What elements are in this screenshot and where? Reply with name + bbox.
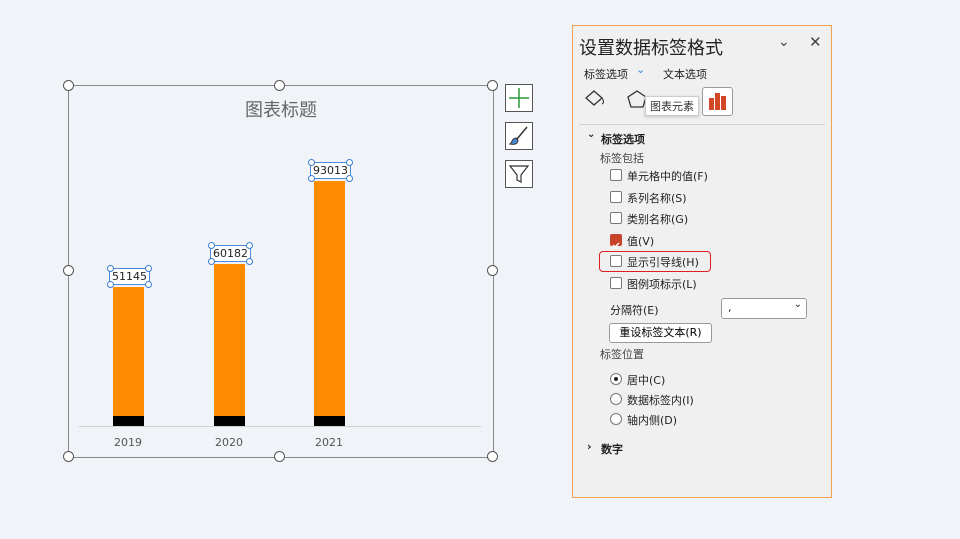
checkbox[interactable]	[610, 212, 622, 224]
checkmark-icon	[612, 241, 620, 248]
chevron-down-icon: ⌄	[793, 299, 802, 310]
chevron-right-icon[interactable]: ›	[587, 440, 592, 453]
data-label[interactable]: 93013	[310, 162, 351, 180]
data-label-handle[interactable]	[145, 280, 152, 288]
chart-area[interactable]: 图表标题 2019 51145 2020 60182 2021 93013	[68, 85, 494, 458]
radio-button[interactable]	[610, 393, 622, 405]
x-tick-label: 2019	[114, 436, 142, 449]
data-label-handle[interactable]	[246, 242, 253, 250]
bar-2019-series-1[interactable]	[112, 286, 144, 417]
data-label-handle[interactable]	[308, 175, 315, 183]
checkbox-label[interactable]: 单元格中的值(F)	[627, 168, 708, 184]
reset-label-text-button[interactable]: 重设标签文本(R)	[609, 323, 712, 343]
x-tick-label: 2021	[315, 436, 343, 449]
section-number[interactable]: 数字	[601, 441, 623, 457]
highlight-box	[599, 251, 711, 272]
label-position-heading: 标签位置	[600, 348, 644, 361]
plus-icon	[509, 88, 529, 108]
resize-handle[interactable]	[63, 451, 74, 462]
resize-handle[interactable]	[487, 80, 498, 91]
bar-chart-icon	[709, 93, 726, 110]
bar-2020-series-1[interactable]	[213, 264, 245, 417]
tab-label-options[interactable]: 标签选项	[584, 66, 628, 82]
bar-2020-series-0[interactable]	[213, 416, 245, 426]
checkbox[interactable]	[610, 190, 622, 203]
checkbox-label[interactable]: 图例项标示(L)	[627, 276, 697, 292]
label-options-icon-tab[interactable]	[702, 87, 733, 116]
data-label[interactable]: 51145	[109, 267, 150, 285]
resize-handle[interactable]	[274, 451, 285, 462]
checkbox[interactable]	[610, 169, 622, 181]
data-label-handle[interactable]	[308, 159, 315, 167]
tab-text-options[interactable]: 文本选项	[663, 66, 707, 82]
fill-line-icon[interactable]	[583, 88, 611, 110]
chart-title[interactable]: 图表标题	[69, 96, 493, 122]
close-icon[interactable]: ✕	[809, 33, 822, 51]
separator-label: 分隔符(E)	[610, 304, 659, 317]
section-label-options[interactable]: 标签选项	[601, 131, 645, 147]
radio-label[interactable]: 数据标签内(I)	[627, 392, 694, 408]
chart-filters-button[interactable]	[505, 160, 533, 188]
tooltip: 图表元素	[645, 96, 699, 116]
resize-handle[interactable]	[274, 80, 285, 91]
separator-select[interactable]: , ⌄	[721, 298, 807, 319]
format-data-labels-pane: 设置数据标签格式 ⌄ ✕ 标签选项 ⌄ 文本选项 图表元素 ⌄ 标签选项 标签包…	[572, 25, 832, 498]
separator-value: ,	[728, 301, 732, 314]
data-label-handle[interactable]	[107, 280, 114, 288]
resize-handle[interactable]	[63, 80, 74, 91]
brush-icon	[508, 126, 528, 145]
bar-2019-series-0[interactable]	[112, 416, 144, 426]
bar-2021-series-0[interactable]	[313, 416, 345, 426]
filter-icon	[508, 165, 530, 183]
chevron-down-icon[interactable]: ⌄	[636, 63, 645, 76]
checkbox-label[interactable]: 系列名称(S)	[627, 190, 687, 206]
radio-button[interactable]	[610, 373, 622, 385]
resize-handle[interactable]	[63, 265, 74, 276]
chevron-down-icon[interactable]: ⌄	[587, 129, 595, 140]
checkbox[interactable]	[610, 233, 622, 248]
data-label[interactable]: 60182	[210, 245, 251, 263]
x-tick-label: 2020	[215, 436, 243, 449]
radio-button[interactable]	[610, 413, 622, 425]
resize-handle[interactable]	[487, 265, 498, 276]
radio-label[interactable]: 居中(C)	[627, 372, 665, 388]
radio-label[interactable]: 轴内侧(D)	[627, 412, 677, 428]
data-label-handle[interactable]	[346, 175, 353, 183]
divider	[579, 124, 825, 125]
data-label-handle[interactable]	[145, 264, 152, 272]
data-label-handle[interactable]	[346, 159, 353, 167]
label-contains-heading: 标签包括	[600, 152, 644, 165]
chevron-down-icon[interactable]: ⌄	[778, 34, 790, 50]
chart-styles-button[interactable]	[505, 122, 533, 150]
checkbox[interactable]	[610, 276, 622, 289]
bar-2021-series-1[interactable]	[313, 181, 345, 417]
pane-title: 设置数据标签格式	[579, 38, 723, 59]
data-label-handle[interactable]	[246, 258, 253, 266]
resize-handle[interactable]	[487, 451, 498, 462]
checkbox-label[interactable]: 值(V)	[627, 233, 654, 249]
x-axis-line	[79, 426, 481, 427]
checkbox-label[interactable]: 类别名称(G)	[627, 211, 688, 227]
chart-elements-button[interactable]	[505, 84, 533, 112]
data-label-handle[interactable]	[107, 264, 114, 272]
